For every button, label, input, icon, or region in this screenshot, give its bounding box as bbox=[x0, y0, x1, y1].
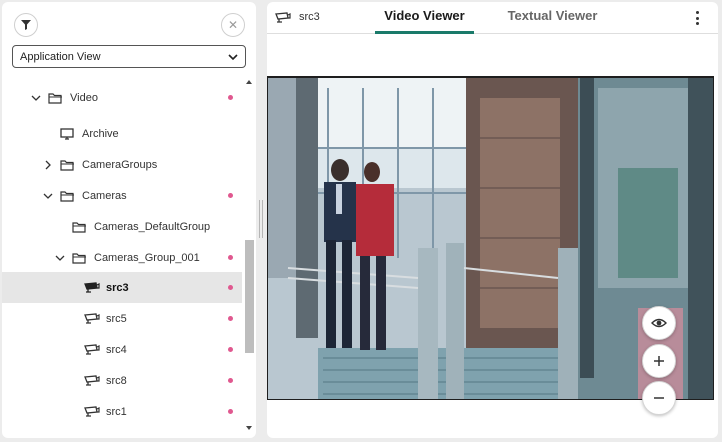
visibility-button[interactable] bbox=[642, 306, 676, 340]
monitor-icon bbox=[60, 127, 74, 140]
view-select[interactable]: Application View bbox=[12, 45, 246, 68]
status-dot bbox=[228, 409, 233, 414]
status-dot bbox=[228, 347, 233, 352]
tree-item-label: Cameras bbox=[82, 189, 127, 202]
video-controls bbox=[638, 304, 680, 415]
view-select-value: Application View bbox=[20, 50, 101, 63]
more-options-icon[interactable] bbox=[693, 11, 701, 25]
tree-item-src1[interactable]: src1 bbox=[2, 396, 242, 427]
camera-icon bbox=[84, 344, 100, 355]
tree-item-cameras-group-001[interactable]: Cameras_Group_001 bbox=[2, 242, 242, 273]
tree-item-label: CameraGroups bbox=[82, 158, 158, 171]
folder-icon bbox=[60, 190, 75, 202]
tree-item-cameras-defaultgroup[interactable]: Cameras_DefaultGroup bbox=[2, 211, 242, 242]
tree-item-label: src8 bbox=[106, 374, 127, 387]
tree-item-label: Video bbox=[70, 91, 98, 104]
chevron-right-icon[interactable] bbox=[42, 159, 54, 171]
tree-item-archive[interactable]: Archive bbox=[2, 118, 242, 149]
minus-icon bbox=[654, 397, 664, 399]
tree-item-label: Cameras_Group_001 bbox=[94, 251, 200, 264]
status-dot bbox=[228, 378, 233, 383]
tab-textual-viewer[interactable]: Textual Viewer bbox=[502, 8, 603, 34]
clear-filter-button[interactable]: ✕ bbox=[221, 13, 245, 37]
viewer-panel: src3 Video Viewer Textual Viewer bbox=[267, 2, 718, 438]
tree-item-src3[interactable]: src3 bbox=[2, 272, 242, 303]
panel-splitter-handle[interactable] bbox=[259, 200, 263, 238]
eye-icon bbox=[651, 318, 667, 328]
tree-item-label: src3 bbox=[106, 281, 129, 294]
close-icon: ✕ bbox=[227, 18, 239, 32]
chevron-down-icon[interactable] bbox=[30, 92, 42, 104]
camera-icon bbox=[84, 313, 100, 324]
tab-video-viewer[interactable]: Video Viewer bbox=[375, 8, 474, 34]
camera-icon bbox=[84, 406, 100, 417]
scroll-thumb[interactable] bbox=[245, 240, 254, 353]
tree-item-label: src4 bbox=[106, 343, 127, 356]
tree-item-src5[interactable]: src5 bbox=[2, 303, 242, 334]
camera-icon bbox=[84, 282, 100, 293]
tree-item-src8[interactable]: src8 bbox=[2, 365, 242, 396]
camera-icon bbox=[84, 375, 100, 386]
scroll-up-arrow[interactable] bbox=[246, 80, 252, 84]
viewer-source-label: src3 bbox=[299, 11, 320, 23]
filter-button[interactable] bbox=[14, 13, 38, 37]
tree-item-cameragroups[interactable]: CameraGroups bbox=[2, 149, 242, 180]
status-dot bbox=[228, 316, 233, 321]
tree-item-cameras[interactable]: Cameras bbox=[2, 180, 242, 211]
status-dot bbox=[228, 255, 233, 260]
tree-item-label: src5 bbox=[106, 312, 127, 325]
status-dot bbox=[228, 193, 233, 198]
resource-tree: Video Archive CameraGroups Cameras Cameras_D… bbox=[2, 82, 242, 438]
tree-item-src4[interactable]: src4 bbox=[2, 334, 242, 365]
plus-icon bbox=[654, 356, 664, 366]
filter-icon bbox=[21, 20, 31, 30]
chevron-down-icon[interactable] bbox=[54, 252, 66, 264]
tree-item-video[interactable]: Video bbox=[2, 82, 242, 113]
viewer-header: src3 Video Viewer Textual Viewer bbox=[267, 2, 718, 34]
zoom-out-button[interactable] bbox=[642, 381, 676, 415]
folder-icon bbox=[72, 221, 87, 233]
camera-icon bbox=[275, 11, 291, 23]
zoom-in-button[interactable] bbox=[642, 344, 676, 378]
navigation-panel: ✕ Application View Video Archive CameraGro… bbox=[2, 2, 256, 438]
tree-item-label: Archive bbox=[82, 127, 119, 140]
viewer-source-title: src3 bbox=[275, 11, 320, 23]
scroll-down-arrow[interactable] bbox=[246, 426, 252, 430]
status-dot bbox=[228, 95, 233, 100]
chevron-down-icon[interactable] bbox=[42, 190, 54, 202]
tree-item-label: Cameras_DefaultGroup bbox=[94, 220, 211, 233]
chevron-down-icon bbox=[228, 54, 238, 61]
status-dot bbox=[228, 285, 233, 290]
tree-item-label: src1 bbox=[106, 405, 127, 418]
folder-icon bbox=[48, 92, 63, 104]
tree-scrollbar[interactable] bbox=[243, 78, 255, 438]
folder-icon bbox=[72, 252, 87, 264]
folder-icon bbox=[60, 159, 75, 171]
